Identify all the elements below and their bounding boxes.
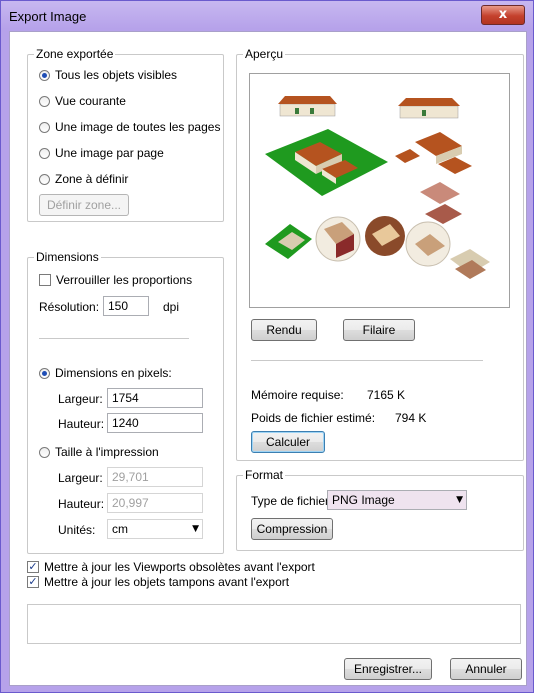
filetype-select[interactable]: PNG Image ▼ (327, 490, 467, 510)
radio-per-page-label: Une image par page (55, 146, 164, 160)
compute-button[interactable]: Calculer (251, 431, 325, 453)
radio-print-size[interactable]: Taille à l'impression (39, 445, 159, 459)
radio-define-zone[interactable]: Zone à définir (39, 172, 128, 186)
check-icon[interactable]: ✓ (27, 576, 39, 588)
memory-label: Mémoire requise: (251, 388, 344, 402)
save-button[interactable]: Enregistrer... (344, 658, 432, 680)
radio-print-size-label: Taille à l'impression (55, 445, 159, 459)
radio-per-page[interactable]: Une image par page (39, 146, 164, 160)
update-viewports-label: Mettre à jour les Viewports obsolètes av… (44, 560, 315, 574)
units-select[interactable]: cm ▼ (107, 519, 203, 539)
radio-define-zone-button[interactable] (39, 173, 50, 185)
resolution-label: Résolution: (39, 300, 100, 314)
define-zone-button[interactable]: Définir zone... (39, 194, 129, 216)
preview-group: Aperçu Rendu Filaire Mémoire requise: 71… (236, 47, 524, 461)
render-button[interactable]: Rendu (251, 319, 317, 341)
preview-image (249, 73, 510, 308)
dimensions-legend: Dimensions (34, 250, 101, 264)
print-height-input[interactable]: 20,997 (107, 493, 203, 513)
filesize-value: 794 K (395, 411, 427, 425)
update-viewports-checkbox[interactable]: ✓ Mettre à jour les Viewports obsolètes a… (27, 560, 315, 574)
filetype-value: PNG Image (332, 493, 395, 507)
radio-pixel-dimensions-label: Dimensions en pixels: (55, 366, 172, 380)
radio-all-pages-label: Une image de toutes les pages (55, 120, 221, 134)
format-legend: Format (243, 468, 286, 482)
print-width-label: Largeur: (58, 471, 103, 485)
radio-pixel-dimensions[interactable]: Dimensions en pixels: (39, 366, 172, 380)
chevron-down-icon: ▼ (192, 524, 199, 534)
radio-pixel-dimensions-button[interactable] (39, 367, 50, 379)
cancel-button[interactable]: Annuler (450, 658, 522, 680)
radio-per-page-button[interactable] (39, 147, 50, 159)
status-area (27, 604, 521, 644)
radio-visible-objects-label: Tous les objets visibles (55, 68, 178, 82)
update-buffers-checkbox[interactable]: ✓ Mettre à jour les objets tampons avant … (27, 575, 289, 589)
update-buffers-label: Mettre à jour les objets tampons avant l… (44, 575, 290, 589)
radio-print-size-button[interactable] (39, 446, 50, 458)
print-width-input[interactable]: 29,701 (107, 467, 203, 487)
radio-all-pages-button[interactable] (39, 121, 50, 133)
dimensions-separator (39, 338, 189, 339)
close-icon: x (498, 7, 508, 22)
zone-group: Zone exportée Tous les objets visibles V… (27, 47, 224, 222)
radio-current-view[interactable]: Vue courante (39, 94, 126, 108)
close-button[interactable]: x (481, 5, 525, 25)
units-value: cm (112, 522, 128, 536)
dimensions-group: Dimensions Verrouiller les proportions R… (27, 250, 224, 554)
chevron-down-icon: ▼ (456, 495, 463, 505)
dpi-unit: dpi (163, 300, 180, 314)
radio-current-view-button[interactable] (39, 95, 50, 107)
export-image-window: Export Image x Zone exportée Tous les ob… (0, 0, 534, 693)
title-bar[interactable]: Export Image x (1, 1, 533, 31)
radio-current-view-label: Vue courante (55, 94, 126, 108)
resolution-input[interactable]: 150 (103, 296, 149, 316)
width-label: Largeur: (58, 392, 103, 406)
height-input[interactable]: 1240 (107, 413, 203, 433)
radio-visible-objects[interactable]: Tous les objets visibles (39, 68, 177, 82)
lock-proportions-box[interactable] (39, 274, 51, 286)
preview-separator (251, 360, 483, 361)
height-label: Hauteur: (58, 417, 105, 431)
preview-legend: Aperçu (243, 47, 286, 61)
memory-value: 7165 K (367, 388, 406, 402)
wireframe-button[interactable]: Filaire (343, 319, 415, 341)
units-label: Unités: (58, 523, 96, 537)
print-height-label: Hauteur: (58, 497, 105, 511)
compression-button[interactable]: Compression (251, 518, 333, 540)
lock-proportions-label: Verrouiller les proportions (56, 273, 193, 287)
filesize-label: Poids de fichier estimé: (251, 411, 376, 425)
radio-all-pages[interactable]: Une image de toutes les pages (39, 120, 220, 134)
zone-legend: Zone exportée (34, 47, 116, 61)
house-render-thumbnails (265, 96, 490, 279)
format-group: Format Type de fichier PNG Image ▼ Compre… (236, 468, 524, 551)
window-title: Export Image (9, 9, 87, 24)
dialog-body: Zone exportée Tous les objets visibles V… (9, 31, 527, 686)
filetype-label: Type de fichier (251, 494, 330, 508)
lock-proportions-checkbox[interactable]: Verrouiller les proportions (39, 273, 192, 287)
radio-define-zone-label: Zone à définir (55, 172, 129, 186)
radio-visible-objects-button[interactable] (39, 69, 50, 81)
width-input[interactable]: 1754 (107, 388, 203, 408)
check-icon[interactable]: ✓ (27, 561, 39, 573)
